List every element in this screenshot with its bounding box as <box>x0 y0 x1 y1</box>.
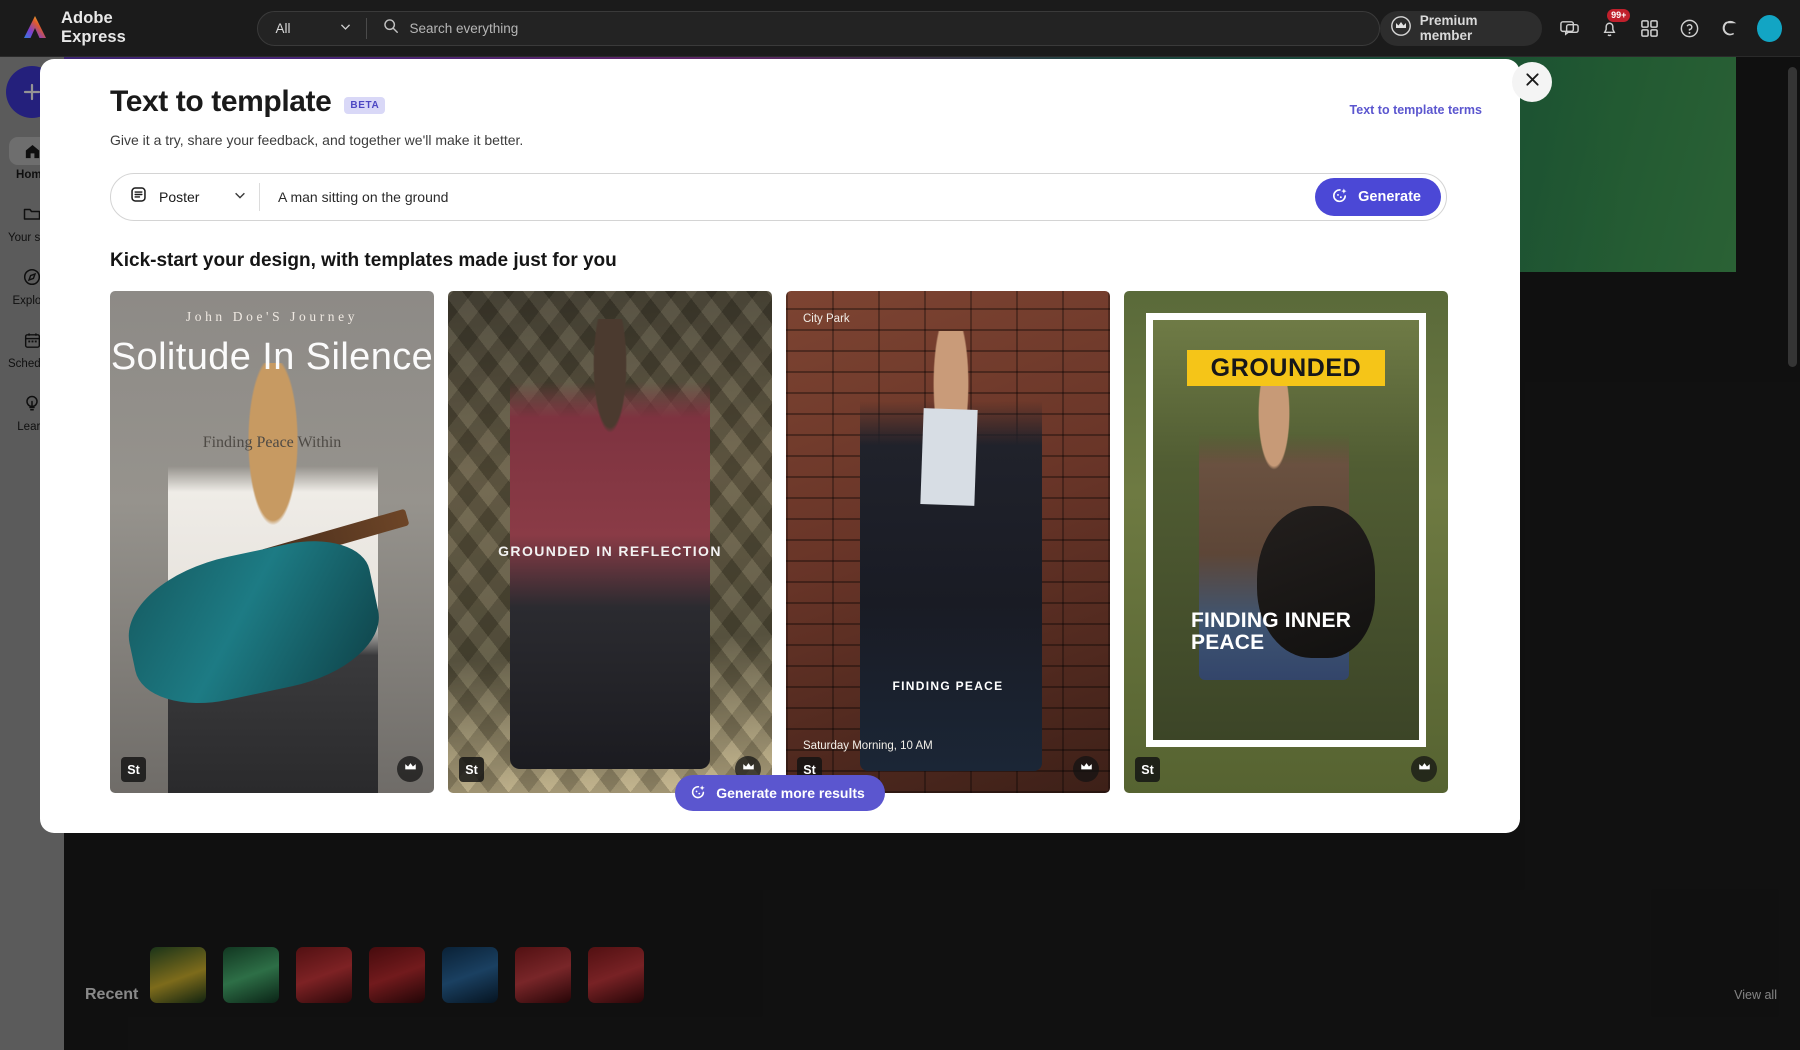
generate-more-label: Generate more results <box>716 785 865 801</box>
text-to-template-modal: Text to template BETA Text to template t… <box>40 59 1520 833</box>
help-icon[interactable] <box>1677 14 1703 42</box>
template-card[interactable]: GROUNDED IN REFLECTION St <box>448 291 772 793</box>
chevron-down-icon <box>233 188 259 207</box>
sparkle-icon <box>1330 186 1349 209</box>
generate-button[interactable]: Generate <box>1315 178 1441 216</box>
template-kicker-text: City Park <box>803 313 850 325</box>
template-type-select[interactable]: Poster <box>111 185 259 209</box>
template-headline-text: Solitude In Silence <box>110 336 434 378</box>
top-navigation-bar: Adobe Express All Search everything Prem… <box>0 0 1800 57</box>
template-headline-text: FINDING PEACE <box>892 679 1004 693</box>
prompt-input[interactable]: A man sitting on the ground <box>260 189 1315 205</box>
sparkle-icon <box>689 783 707 804</box>
apps-grid-icon[interactable] <box>1636 14 1662 42</box>
template-headline-text: FINDING INNER PEACE <box>1191 609 1352 654</box>
template-type-value: Poster <box>159 189 200 205</box>
search-input[interactable]: Search everything <box>409 21 518 36</box>
brand-area[interactable]: Adobe Express <box>20 9 174 47</box>
template-card[interactable]: City Park FINDING PEACE Saturday Morning… <box>786 291 1110 793</box>
generate-more-results-button[interactable]: Generate more results <box>675 775 885 811</box>
search-filter-value: All <box>275 20 291 36</box>
template-kicker-text: John Doe'S Journey <box>185 309 359 324</box>
close-modal-button[interactable] <box>1512 62 1552 102</box>
modal-header: Text to template BETA Text to template t… <box>110 85 1482 119</box>
top-right-actions: Premium member 99+ <box>1379 9 1800 46</box>
close-icon <box>1524 71 1541 93</box>
modal-subtitle: Give it a try, share your feedback, and … <box>110 132 524 148</box>
chat-icon[interactable] <box>1556 14 1582 42</box>
template-poster-frame: GROUNDED FINDING INNER PEACE <box>1146 313 1426 747</box>
adobe-logo-icon <box>20 13 50 43</box>
template-subline-text: Finding Peace Within <box>202 434 342 451</box>
search-input-area[interactable]: Search everything <box>367 18 1378 39</box>
avatar[interactable] <box>1756 14 1782 42</box>
modal-content: Text to template BETA Text to template t… <box>40 59 1520 793</box>
template-image-detail <box>920 408 978 506</box>
generate-more-area: Generate more results <box>40 775 1520 811</box>
prompt-bar: Poster A man sitting on the ground Gener… <box>110 173 1447 221</box>
template-results-grid: John Doe'S Journey Solitude In Silence F… <box>110 291 1482 793</box>
terms-link[interactable]: Text to template terms <box>1350 103 1482 117</box>
template-subline-text: Saturday Morning, 10 AM <box>803 739 933 752</box>
search-icon <box>383 18 399 39</box>
crown-icon <box>1390 15 1411 41</box>
search-bar[interactable]: All Search everything <box>257 10 1380 46</box>
notification-count-badge: 99+ <box>1607 9 1631 22</box>
brand-name: Adobe Express <box>61 9 126 46</box>
section-title: Kick-start your design, with templates m… <box>110 250 617 271</box>
page-title: Text to template <box>110 85 332 118</box>
premium-member-label: Premium member <box>1419 13 1478 43</box>
template-card[interactable]: GROUNDED FINDING INNER PEACE St <box>1124 291 1448 793</box>
generate-button-label: Generate <box>1358 189 1421 205</box>
premium-member-button[interactable]: Premium member <box>1379 10 1543 46</box>
chevron-down-icon <box>339 20 352 36</box>
template-card[interactable]: John Doe'S Journey Solitude In Silence F… <box>110 291 434 793</box>
notifications-icon[interactable]: 99+ <box>1596 9 1631 42</box>
template-banner-text: GROUNDED <box>1187 350 1385 386</box>
beta-badge: BETA <box>344 97 386 114</box>
search-filter-select[interactable]: All <box>258 12 366 45</box>
poster-icon <box>129 185 148 209</box>
template-headline-text: GROUNDED IN REFLECTION <box>498 543 722 559</box>
creative-cloud-icon[interactable] <box>1717 14 1743 42</box>
template-image-subject <box>860 331 1042 771</box>
